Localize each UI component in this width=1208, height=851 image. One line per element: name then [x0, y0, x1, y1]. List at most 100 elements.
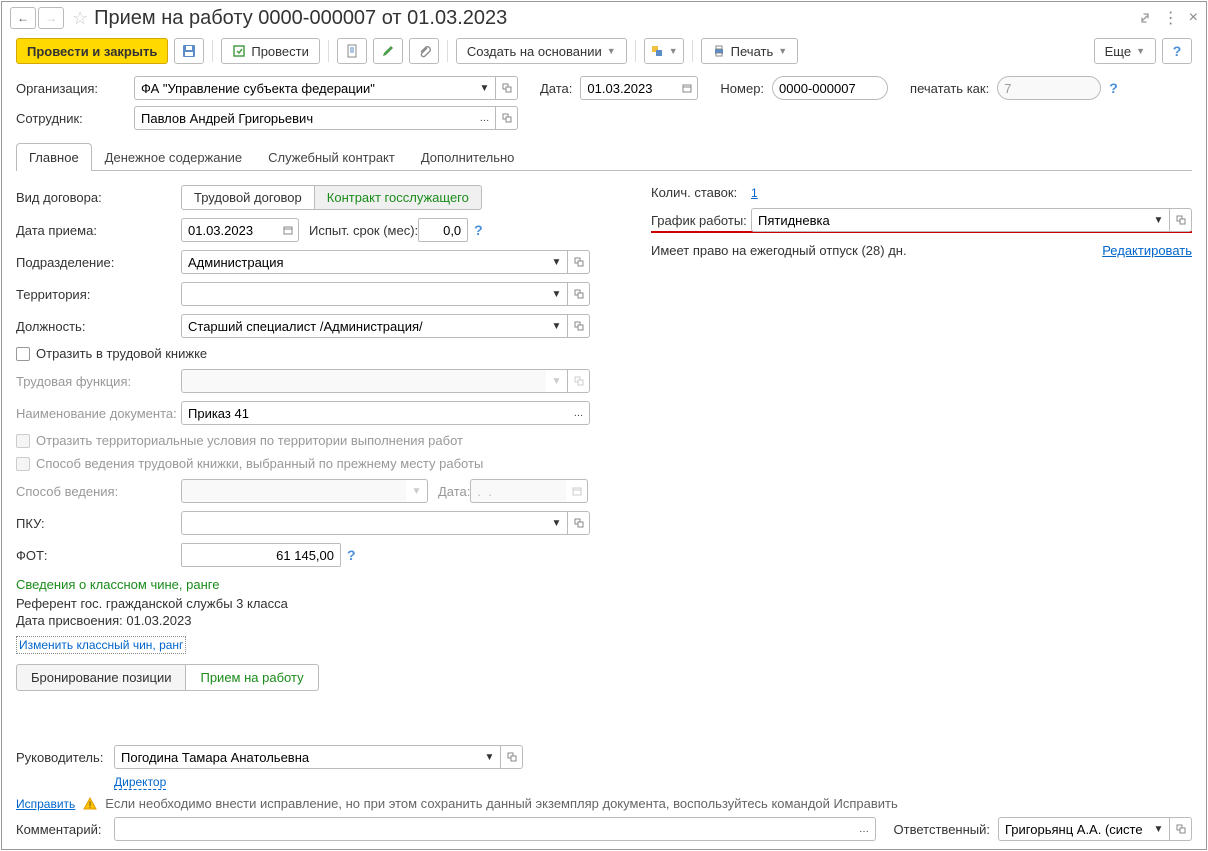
svg-text:!: ! — [89, 800, 92, 810]
help-icon[interactable]: ? — [474, 222, 483, 238]
probation-label: Испыт. срок (мес): — [309, 223, 418, 238]
open-button[interactable] — [568, 282, 590, 306]
open-button[interactable] — [568, 314, 590, 338]
submit-close-button[interactable]: Провести и закрыть — [16, 38, 168, 64]
toggle-labor-contract[interactable]: Трудовой договор — [181, 185, 315, 210]
probation-input[interactable] — [418, 218, 468, 242]
warning-icon: ! — [83, 797, 97, 811]
edit-button[interactable] — [373, 38, 403, 64]
titlebar: ← → ☆ Прием на работу 0000-000007 от 01.… — [2, 2, 1206, 34]
print-button[interactable]: Печать▼ — [701, 38, 799, 64]
fot-input[interactable] — [181, 543, 341, 567]
dept-input[interactable] — [181, 250, 546, 274]
hire-date-label: Дата приема: — [16, 223, 181, 238]
vacation-text: Имеет право на ежегодный отпуск (28) дн. — [651, 243, 907, 258]
rates-link[interactable]: 1 — [751, 186, 758, 200]
dropdown-button: ▼ — [406, 479, 428, 503]
menu-dots-icon[interactable]: ⋮ — [1163, 8, 1179, 28]
ellipsis-button[interactable]: … — [568, 401, 590, 425]
tab-additional[interactable]: Дополнительно — [408, 143, 528, 171]
method-date-input — [470, 479, 566, 503]
dropdown-button[interactable]: ▼ — [1148, 817, 1170, 841]
position-label: Должность: — [16, 319, 181, 334]
edit-vacation-link[interactable]: Редактировать — [1102, 243, 1192, 258]
open-button[interactable] — [501, 745, 523, 769]
open-button[interactable] — [496, 106, 518, 130]
open-button[interactable] — [1170, 817, 1192, 841]
open-button[interactable] — [496, 76, 518, 100]
emp-label: Сотрудник: — [16, 111, 126, 126]
dropdown-button[interactable]: ▼ — [1148, 208, 1170, 232]
manager-label: Руководитель: — [16, 750, 106, 765]
position-input[interactable] — [181, 314, 546, 338]
change-rank-link[interactable]: Изменить клaссный чин, ранг — [16, 636, 186, 654]
emp-input[interactable] — [134, 106, 474, 130]
reflect-territory-checkbox — [16, 434, 30, 448]
swap-button[interactable]: ▼ — [644, 38, 684, 64]
date-input[interactable] — [580, 76, 676, 100]
window-title: Прием на работу 0000-000007 от 01.03.202… — [94, 7, 507, 30]
dropdown-button[interactable]: ▼ — [479, 745, 501, 769]
territory-label: Территория: — [16, 287, 181, 302]
schedule-input[interactable] — [751, 208, 1148, 232]
schedule-label: График работы: — [651, 213, 751, 228]
pku-input[interactable] — [181, 511, 546, 535]
open-button — [568, 369, 590, 393]
calendar-button[interactable] — [676, 76, 698, 100]
toggle-gov-contract[interactable]: Контракт госслужащего — [315, 185, 482, 210]
manager-input[interactable] — [114, 745, 479, 769]
tab-salary[interactable]: Денежное содержание — [92, 143, 255, 171]
dropdown-button[interactable]: ▼ — [546, 250, 568, 274]
reflect-territory-label: Отразить территориальные условия по терр… — [36, 433, 463, 448]
booking-button[interactable]: Бронирование позиции — [16, 664, 186, 691]
hire-button[interactable]: Прием на работу — [186, 664, 318, 691]
responsible-label: Ответственный: — [894, 822, 990, 837]
labor-func-input — [181, 369, 546, 393]
open-button[interactable] — [568, 511, 590, 535]
num-input[interactable] — [772, 76, 888, 100]
create-based-button[interactable]: Создать на основании▼ — [456, 38, 627, 64]
workbook-method-checkbox — [16, 457, 30, 471]
rank-text1: Референт гос. гражданской службы 3 класс… — [16, 596, 611, 611]
org-input[interactable] — [134, 76, 474, 100]
director-link[interactable]: Директор — [114, 775, 166, 790]
tab-contract[interactable]: Служебный контракт — [255, 143, 408, 171]
forward-button[interactable]: → — [38, 7, 64, 29]
dropdown-button[interactable]: ▼ — [546, 511, 568, 535]
rates-label: Колич. ставок: — [651, 185, 751, 200]
dropdown-button[interactable]: ▼ — [474, 76, 496, 100]
reflect-workbook-checkbox[interactable] — [16, 347, 30, 361]
print-as-input — [997, 76, 1101, 100]
tab-main[interactable]: Главное — [16, 143, 92, 171]
close-icon[interactable]: × — [1189, 9, 1198, 27]
territory-input[interactable] — [181, 282, 546, 306]
comment-input[interactable] — [114, 817, 854, 841]
submit-button[interactable]: Провести — [221, 38, 320, 64]
hire-date-input[interactable] — [181, 218, 277, 242]
help-icon[interactable]: ? — [347, 547, 356, 563]
favorite-star-icon[interactable]: ☆ — [72, 8, 88, 29]
fot-label: ФОТ: — [16, 548, 181, 563]
print-as-label: печатать как: — [910, 81, 989, 96]
report-button[interactable] — [337, 38, 367, 64]
calendar-button[interactable] — [277, 218, 299, 242]
link-icon[interactable] — [1137, 10, 1153, 26]
fix-link[interactable]: Исправить — [16, 797, 75, 811]
more-button[interactable]: Еще▼ — [1094, 38, 1156, 64]
open-button[interactable] — [1170, 208, 1192, 232]
docname-input[interactable] — [181, 401, 568, 425]
workbook-method-label: Способ ведения трудовой книжки, выбранны… — [36, 456, 483, 471]
attach-button[interactable] — [409, 38, 439, 64]
ellipsis-button[interactable]: … — [854, 817, 876, 841]
comment-label: Комментарий: — [16, 822, 106, 837]
dropdown-button[interactable]: ▼ — [546, 314, 568, 338]
open-button[interactable] — [568, 250, 590, 274]
dropdown-button[interactable]: ▼ — [546, 282, 568, 306]
save-button[interactable] — [174, 38, 204, 64]
dept-label: Подразделение: — [16, 255, 181, 270]
back-button[interactable]: ← — [10, 7, 36, 29]
ellipsis-button[interactable]: … — [474, 106, 496, 130]
responsible-input[interactable] — [998, 817, 1148, 841]
help-icon[interactable]: ? — [1109, 80, 1118, 96]
help-button[interactable]: ? — [1162, 38, 1192, 64]
